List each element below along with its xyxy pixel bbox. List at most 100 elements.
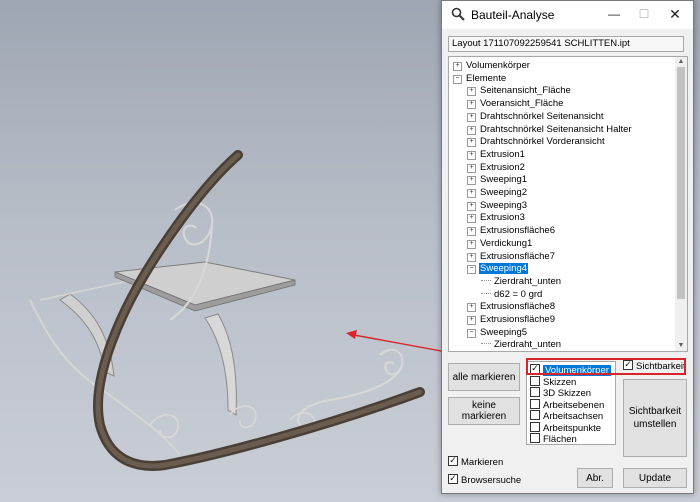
tree-scrollbar[interactable]: ▲ ▼ — [675, 57, 687, 351]
expand-icon[interactable]: + — [467, 239, 476, 249]
checklist-item-checkbox[interactable] — [530, 410, 540, 420]
tree-item[interactable]: Zierdraht_unten — [481, 339, 562, 351]
expand-icon[interactable]: + — [453, 62, 462, 71]
collapse-icon[interactable]: − — [467, 265, 476, 275]
expand-icon[interactable]: + — [467, 316, 476, 325]
tree-item[interactable]: d62 = 0 grd — [481, 289, 543, 301]
red-highlight-frame — [526, 358, 686, 375]
checklist-item-label: Skizzen — [543, 376, 577, 388]
checklist-item-checkbox[interactable] — [530, 421, 540, 432]
tree-item-label: Voeransicht_Fläche — [480, 98, 564, 110]
checklist-item-checkbox[interactable] — [530, 375, 540, 386]
checklist-item[interactable]: Flächen — [530, 433, 577, 445]
tree-connector-line — [481, 292, 491, 294]
sled-front-leg — [204, 313, 237, 416]
checklist-item-checkbox[interactable] — [530, 433, 540, 443]
expand-icon[interactable]: + — [467, 100, 476, 110]
mark-option-label: Markieren — [461, 457, 504, 468]
tree-item[interactable]: + Extrusion3 — [467, 212, 526, 224]
checklist-item-checkbox[interactable] — [530, 398, 540, 409]
expand-icon[interactable]: + — [467, 112, 476, 122]
checklist-item[interactable]: 3D Skizzen — [530, 387, 592, 399]
tree-item[interactable]: Zierdraht_unten — [481, 276, 562, 288]
scroll-up-arrow-icon[interactable]: ▲ — [675, 57, 687, 67]
tree-item[interactable]: − Elemente — [453, 73, 507, 85]
tree-item[interactable]: + Extrusion2 — [467, 162, 526, 174]
maximize-button[interactable]: ☐ — [633, 5, 655, 23]
annotation-arrow-head — [346, 330, 357, 339]
expand-icon[interactable]: + — [467, 87, 476, 97]
expand-icon[interactable]: + — [467, 176, 476, 186]
cancel-button[interactable]: Abr. — [577, 468, 613, 488]
tree-item-label: Extrusionsfläche6 — [480, 225, 555, 237]
expand-icon[interactable]: + — [467, 252, 476, 262]
tree-item[interactable]: + Sweeping3 — [467, 200, 528, 212]
mark-none-button[interactable]: keine markieren — [448, 397, 520, 425]
tree-item[interactable]: − Sweeping5 — [467, 327, 528, 339]
tree-item[interactable]: + Drahtschnörkel Seitenansicht Halter — [467, 124, 633, 136]
checklist-item[interactable]: Arbeitspunkte — [530, 421, 601, 434]
checklist-item-label: Arbeitsebenen — [543, 399, 605, 411]
tree-item[interactable]: + Extrusionsfläche7 — [467, 251, 556, 263]
tree-item[interactable]: + Extrusion1 — [467, 149, 526, 161]
checklist-item-label: 3D Skizzen — [543, 388, 592, 399]
collapse-icon[interactable]: − — [453, 74, 462, 84]
file-name-field[interactable]: Layout 171107092259541 SCHLITTEN.ipt — [448, 36, 684, 52]
expand-icon[interactable]: + — [467, 227, 476, 237]
tree-item[interactable]: + Drahtschnörkel Seitenansicht — [467, 111, 605, 123]
tree-item-label: Extrusion2 — [480, 161, 525, 173]
tree-item[interactable]: + Extrusionsfläche6 — [467, 225, 556, 237]
tree-item[interactable]: + Verdickung1 — [467, 238, 533, 250]
tree-item[interactable]: + Extrusionsfläche8 — [467, 301, 556, 313]
tree-item[interactable]: + Sweeping2 — [467, 187, 528, 199]
checklist-item[interactable]: Arbeitsebenen — [530, 398, 605, 411]
sled-runner — [93, 150, 425, 471]
tree-item[interactable]: + Sweeping1 — [467, 174, 528, 186]
tree-item[interactable]: + Volumenkörper — [453, 60, 531, 72]
tree-item[interactable]: + Extrusionsfläche9 — [467, 314, 556, 326]
tree-item[interactable]: − Sweeping4 — [467, 263, 529, 275]
expand-icon[interactable]: + — [467, 303, 476, 313]
scroll-down-arrow-icon[interactable]: ▼ — [675, 341, 687, 351]
tree-item-label: Sweeping4 — [479, 263, 529, 275]
update-button[interactable]: Update — [623, 468, 687, 488]
tree-item-label: Extrusionsfläche8 — [480, 301, 555, 313]
expand-icon[interactable]: + — [467, 201, 476, 211]
checklist-item-checkbox[interactable] — [530, 387, 540, 397]
tree-item[interactable]: + Seitenansicht_Fläche — [467, 85, 572, 97]
expand-icon[interactable]: + — [467, 125, 476, 135]
tree-item-label: Extrusion3 — [480, 212, 525, 224]
tree-item-label: Sweeping3 — [480, 199, 528, 211]
checklist-item[interactable]: Skizzen — [530, 375, 577, 388]
close-button[interactable]: ✕ — [664, 5, 686, 23]
expand-icon[interactable]: + — [467, 163, 476, 173]
toggle-visibility-button[interactable]: Sichtbarkeit umstellen — [623, 379, 687, 457]
feature-tree[interactable]: + Volumenkörper − Elemente + Seitenansicht_Fl… — [448, 56, 688, 352]
tree-item[interactable]: + Drahtschnörkel Vorderansicht — [467, 136, 606, 148]
mark-option-checkbox[interactable]: Markieren — [448, 456, 503, 468]
checklist-item[interactable]: Arbeitsachsen — [530, 410, 604, 422]
title-bar[interactable]: Bauteil-Analyse — ☐ ✕ — [442, 1, 693, 29]
tree-item-label: Sweeping2 — [480, 187, 528, 198]
scrollbar-thumb[interactable] — [677, 67, 685, 299]
tree-item[interactable]: + Voeransicht_Fläche — [467, 98, 564, 110]
expand-icon[interactable]: + — [467, 214, 476, 224]
browser-search-box[interactable] — [448, 474, 458, 484]
tree-item-label: Drahtschnörkel Seitenansicht — [480, 110, 604, 122]
expand-icon[interactable]: + — [467, 138, 476, 148]
expand-icon[interactable]: + — [467, 189, 476, 198]
collapse-icon[interactable]: − — [467, 328, 476, 338]
tree-item-label: Extrusionsfläche7 — [480, 250, 555, 262]
tree-item-label: d62 = 0 grd — [494, 288, 543, 300]
component-analysis-dialog: Bauteil-Analyse — ☐ ✕ Layout 17110709225… — [441, 0, 694, 494]
browser-search-checkbox[interactable]: Browsersuche — [448, 474, 521, 486]
tree-connector-line — [481, 279, 491, 281]
expand-icon[interactable]: + — [467, 150, 476, 160]
magnifier-icon — [451, 7, 465, 21]
sled-runner-highlight — [95, 152, 423, 469]
tree-item-label: Volumenkörper — [466, 60, 530, 71]
mark-all-button[interactable]: alle markieren — [448, 363, 520, 391]
minimize-button[interactable]: — — [603, 5, 625, 23]
checklist-item-label: Arbeitsachsen — [543, 411, 604, 422]
mark-option-box[interactable] — [448, 456, 458, 466]
